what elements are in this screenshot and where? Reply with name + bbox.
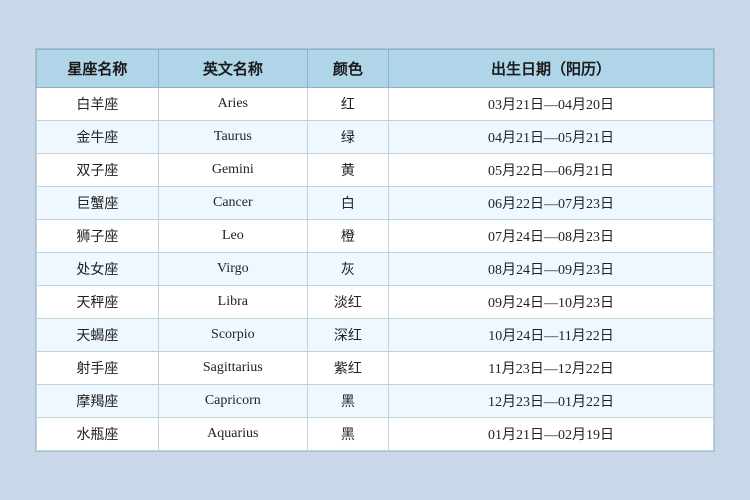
cell-color: 橙: [307, 220, 388, 253]
zodiac-table-container: 星座名称 英文名称 颜色 出生日期（阳历） 白羊座Aries红03月21日—04…: [35, 48, 715, 452]
cell-cn-name: 水瓶座: [37, 418, 159, 451]
cell-date: 06月22日—07月23日: [389, 187, 714, 220]
cell-color: 绿: [307, 121, 388, 154]
cell-en-name: Capricorn: [158, 385, 307, 418]
cell-en-name: Gemini: [158, 154, 307, 187]
cell-date: 05月22日—06月21日: [389, 154, 714, 187]
cell-cn-name: 巨蟹座: [37, 187, 159, 220]
cell-date: 11月23日—12月22日: [389, 352, 714, 385]
cell-date: 08月24日—09月23日: [389, 253, 714, 286]
cell-color: 红: [307, 88, 388, 121]
header-date: 出生日期（阳历）: [389, 50, 714, 88]
header-cn-name: 星座名称: [37, 50, 159, 88]
table-row: 天蝎座Scorpio深红10月24日—11月22日: [37, 319, 714, 352]
cell-en-name: Libra: [158, 286, 307, 319]
cell-en-name: Sagittarius: [158, 352, 307, 385]
cell-color: 白: [307, 187, 388, 220]
header-en-name: 英文名称: [158, 50, 307, 88]
cell-en-name: Aquarius: [158, 418, 307, 451]
cell-cn-name: 狮子座: [37, 220, 159, 253]
cell-color: 紫红: [307, 352, 388, 385]
cell-date: 04月21日—05月21日: [389, 121, 714, 154]
cell-date: 10月24日—11月22日: [389, 319, 714, 352]
cell-color: 黑: [307, 385, 388, 418]
header-color: 颜色: [307, 50, 388, 88]
cell-color: 淡红: [307, 286, 388, 319]
cell-en-name: Leo: [158, 220, 307, 253]
table-row: 双子座Gemini黄05月22日—06月21日: [37, 154, 714, 187]
cell-en-name: Virgo: [158, 253, 307, 286]
cell-cn-name: 摩羯座: [37, 385, 159, 418]
cell-date: 01月21日—02月19日: [389, 418, 714, 451]
cell-color: 深红: [307, 319, 388, 352]
table-row: 摩羯座Capricorn黑12月23日—01月22日: [37, 385, 714, 418]
cell-en-name: Cancer: [158, 187, 307, 220]
table-row: 射手座Sagittarius紫红11月23日—12月22日: [37, 352, 714, 385]
cell-cn-name: 处女座: [37, 253, 159, 286]
cell-color: 黑: [307, 418, 388, 451]
table-row: 狮子座Leo橙07月24日—08月23日: [37, 220, 714, 253]
table-row: 天秤座Libra淡红09月24日—10月23日: [37, 286, 714, 319]
cell-color: 黄: [307, 154, 388, 187]
cell-cn-name: 射手座: [37, 352, 159, 385]
cell-en-name: Taurus: [158, 121, 307, 154]
cell-cn-name: 天蝎座: [37, 319, 159, 352]
cell-cn-name: 白羊座: [37, 88, 159, 121]
table-header-row: 星座名称 英文名称 颜色 出生日期（阳历）: [37, 50, 714, 88]
cell-date: 12月23日—01月22日: [389, 385, 714, 418]
table-row: 巨蟹座Cancer白06月22日—07月23日: [37, 187, 714, 220]
cell-cn-name: 天秤座: [37, 286, 159, 319]
cell-color: 灰: [307, 253, 388, 286]
cell-en-name: Aries: [158, 88, 307, 121]
cell-cn-name: 双子座: [37, 154, 159, 187]
zodiac-table: 星座名称 英文名称 颜色 出生日期（阳历） 白羊座Aries红03月21日—04…: [36, 49, 714, 451]
table-row: 水瓶座Aquarius黑01月21日—02月19日: [37, 418, 714, 451]
cell-date: 09月24日—10月23日: [389, 286, 714, 319]
cell-cn-name: 金牛座: [37, 121, 159, 154]
table-row: 白羊座Aries红03月21日—04月20日: [37, 88, 714, 121]
table-body: 白羊座Aries红03月21日—04月20日金牛座Taurus绿04月21日—0…: [37, 88, 714, 451]
table-row: 处女座Virgo灰08月24日—09月23日: [37, 253, 714, 286]
cell-date: 03月21日—04月20日: [389, 88, 714, 121]
cell-date: 07月24日—08月23日: [389, 220, 714, 253]
table-row: 金牛座Taurus绿04月21日—05月21日: [37, 121, 714, 154]
cell-en-name: Scorpio: [158, 319, 307, 352]
